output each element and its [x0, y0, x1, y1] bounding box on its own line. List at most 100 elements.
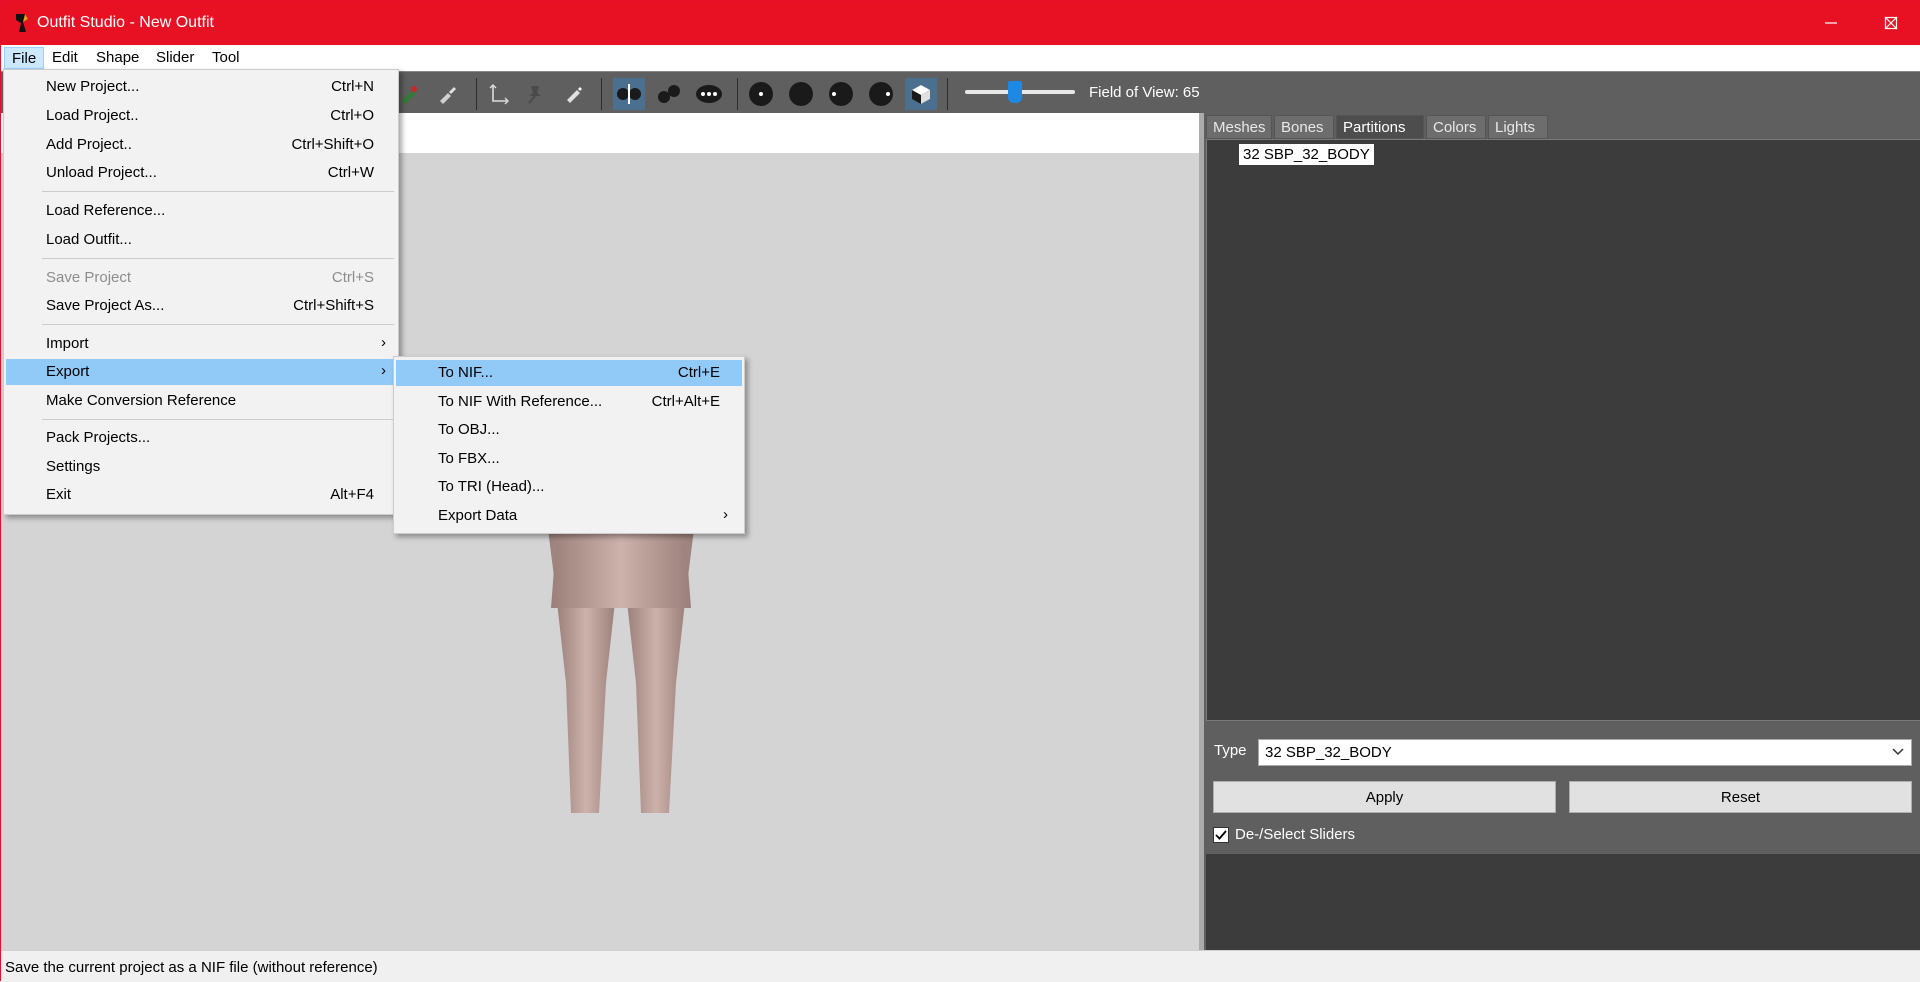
menu-item-label: To NIF With Reference...: [438, 393, 603, 410]
menu-item-to-tri-head[interactable]: To TRI (Head)...: [396, 474, 742, 500]
menu-item-make-conversion-reference[interactable]: Make Conversion Reference: [6, 388, 396, 414]
brush-left-icon: [829, 82, 853, 106]
brush-left-button[interactable]: [825, 78, 857, 110]
window-title: Outfit Studio - New Outfit: [37, 14, 214, 31]
apply-button[interactable]: Apply: [1213, 781, 1556, 813]
vertex-select-button[interactable]: [557, 78, 589, 110]
toolbar-separator: [737, 78, 738, 110]
x-mirror-button[interactable]: [613, 78, 645, 110]
tree-item-partition[interactable]: 32 SBP_32_BODY: [1239, 144, 1374, 165]
brush-dot-icon: [749, 82, 773, 106]
menu-item-to-nif-with-reference[interactable]: To NIF With Reference... Ctrl+Alt+E: [396, 389, 742, 415]
menu-item-label: Exit: [46, 486, 72, 503]
x-mirror-icon: [617, 84, 641, 104]
file-menu: New Project... Ctrl+N Load Project.. Ctr…: [3, 69, 399, 515]
menu-item-shortcut: Ctrl+N: [331, 78, 374, 95]
transform-button[interactable]: [483, 78, 515, 110]
pin-icon: [528, 86, 541, 104]
menu-item-to-nif[interactable]: To NIF... Ctrl+E: [396, 360, 742, 386]
menu-item-label: Save Project As...: [46, 297, 165, 314]
brush-right-button[interactable]: [865, 78, 897, 110]
minimize-icon: [1825, 22, 1837, 24]
menu-separator: [42, 191, 394, 192]
menu-tool[interactable]: Tool: [205, 47, 247, 69]
brush-right-icon: [869, 82, 893, 106]
checkmark-icon: [1215, 829, 1227, 840]
toolbar-separator: [476, 78, 477, 110]
menu-item-label: Export Data: [438, 507, 518, 524]
menu-item-shortcut: Ctrl+W: [327, 164, 374, 181]
connected-only-button[interactable]: [653, 78, 685, 110]
menu-item-shortcut: Alt+F4: [330, 486, 374, 503]
tab-lights[interactable]: Lights: [1488, 115, 1548, 139]
partition-tree[interactable]: 32 SBP_32_BODY: [1206, 139, 1920, 721]
menu-item-label: Load Outfit...: [46, 231, 132, 248]
tab-bones[interactable]: Bones: [1274, 115, 1334, 139]
chevron-down-icon: [1892, 748, 1904, 756]
menu-item-exit[interactable]: Exit Alt+F4: [6, 482, 396, 508]
menu-item-load-project[interactable]: Load Project.. Ctrl+O: [6, 103, 396, 129]
toolbar-separator: [947, 78, 948, 110]
select-sliders-checkbox[interactable]: [1213, 826, 1229, 843]
menu-item-pack-projects[interactable]: Pack Projects...: [6, 425, 396, 451]
paint-brush-icon: [440, 87, 456, 104]
menu-item-shortcut: Ctrl+Shift+O: [291, 136, 374, 153]
type-dropdown[interactable]: 32 SBP_32_BODY: [1258, 739, 1912, 766]
select-sliders-row[interactable]: De-/Select Sliders: [1213, 826, 1355, 843]
minimize-button[interactable]: [1801, 1, 1861, 45]
menu-item-label: Unload Project...: [46, 164, 157, 181]
menu-item-shortcut: Ctrl+E: [677, 364, 720, 381]
chevron-right-icon: ›: [381, 334, 386, 351]
brush-solid-button[interactable]: [785, 78, 817, 110]
pivot-button[interactable]: [519, 78, 551, 110]
menu-bar: File Edit Shape Slider Tool: [1, 45, 1920, 71]
menu-item-label: To FBX...: [438, 450, 500, 467]
menu-shape[interactable]: Shape: [89, 47, 146, 69]
toolbar-separator: [601, 78, 602, 110]
menu-item-shortcut: Ctrl+Shift+S: [293, 297, 374, 314]
menu-item-save-project[interactable]: Save Project Ctrl+S: [6, 265, 396, 291]
tab-partitions[interactable]: Partitions: [1336, 115, 1424, 139]
connected-icon: [658, 85, 680, 103]
tab-colors[interactable]: Colors: [1426, 115, 1486, 139]
tab-meshes[interactable]: Meshes: [1206, 115, 1272, 139]
menu-item-load-outfit[interactable]: Load Outfit...: [6, 227, 396, 253]
menu-item-to-fbx[interactable]: To FBX...: [396, 446, 742, 472]
menu-item-label: Export: [46, 363, 90, 380]
menu-file[interactable]: File: [4, 47, 45, 69]
menu-item-export-data[interactable]: Export Data ›: [396, 503, 742, 529]
fov-slider-thumb[interactable]: [1008, 81, 1022, 103]
menu-item-load-reference[interactable]: Load Reference...: [6, 198, 396, 224]
close-button[interactable]: [1861, 1, 1920, 45]
menu-item-unload-project[interactable]: Unload Project... Ctrl+W: [6, 160, 396, 186]
close-icon: [1884, 16, 1898, 30]
status-bar: Save the current project as a NIF file (…: [1, 950, 1920, 982]
menu-edit[interactable]: Edit: [45, 47, 85, 69]
menu-item-add-project[interactable]: Add Project.. Ctrl+Shift+O: [6, 132, 396, 158]
menu-separator: [42, 324, 394, 325]
reset-button[interactable]: Reset: [1569, 781, 1912, 813]
menu-item-export[interactable]: Export ›: [6, 359, 396, 385]
menu-item-settings[interactable]: Settings: [6, 454, 396, 480]
menu-slider[interactable]: Slider: [149, 47, 201, 69]
chevron-right-icon: ›: [381, 362, 386, 379]
menu-item-label: To NIF...: [438, 364, 494, 381]
outfit-studio-logo-icon: [16, 14, 28, 32]
title-bar: Outfit Studio - New Outfit: [1, 1, 1920, 45]
paint-brush-button[interactable]: [431, 78, 463, 110]
axis-transform-icon: [489, 84, 509, 105]
menu-item-save-project-as[interactable]: Save Project As... Ctrl+Shift+S: [6, 293, 396, 319]
type-dropdown-value: 32 SBP_32_BODY: [1265, 744, 1392, 761]
menu-item-import[interactable]: Import ›: [6, 331, 396, 357]
brush-center-button[interactable]: [745, 78, 777, 110]
menu-item-new-project[interactable]: New Project... Ctrl+N: [6, 74, 396, 100]
menu-item-label: Import: [46, 335, 89, 352]
brush-solid-icon: [789, 82, 813, 106]
lower-panel: [1206, 854, 1920, 950]
menu-separator: [42, 258, 394, 259]
global-brush-button[interactable]: [693, 78, 725, 110]
menu-item-label: Pack Projects...: [46, 429, 151, 446]
shading-toggle-button[interactable]: [905, 78, 937, 110]
menu-item-label: Add Project..: [46, 136, 132, 153]
menu-item-to-obj[interactable]: To OBJ...: [396, 417, 742, 443]
